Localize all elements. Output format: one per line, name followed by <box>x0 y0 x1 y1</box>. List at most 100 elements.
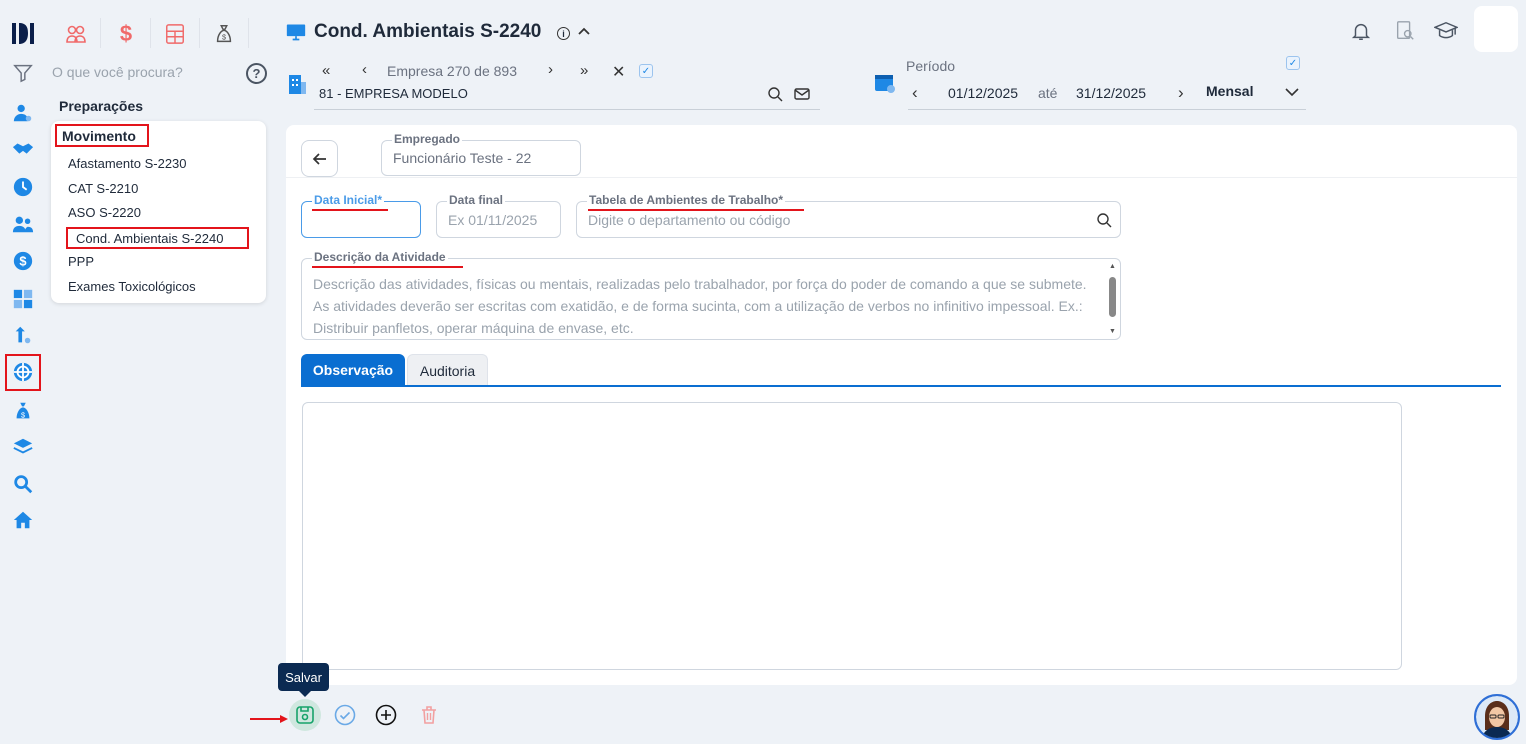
money-bag-icon[interactable]: $ <box>208 18 240 50</box>
save-tooltip: Salvar <box>278 663 329 691</box>
svg-text:$: $ <box>222 33 226 42</box>
menu-heading-movimento[interactable]: Movimento <box>55 124 149 147</box>
company-counter: Empresa 270 de 893 <box>387 63 517 79</box>
period-underline <box>908 109 1306 110</box>
next-period-button[interactable]: › <box>1178 83 1184 103</box>
descricao-placeholder: Descrição das atividades, físicas ou men… <box>313 276 1087 336</box>
descricao-field[interactable]: Descrição da Atividade Descrição das ati… <box>301 250 1121 340</box>
clock-icon[interactable] <box>10 174 36 200</box>
descricao-label: Descrição da Atividade <box>312 250 448 264</box>
money-bag-icon[interactable]: $ <box>10 398 36 424</box>
data-final-label: Data final <box>447 193 506 207</box>
chevron-up-icon[interactable] <box>576 24 592 45</box>
menu-item-ppp[interactable]: PPP <box>68 254 94 269</box>
annotation-underline <box>312 266 463 268</box>
data-final-field[interactable]: Data final Ex 01/11/2025 <box>436 193 561 238</box>
user-avatar-box[interactable] <box>1474 6 1518 52</box>
monitor-icon <box>286 22 306 47</box>
next-company-button[interactable]: › <box>548 61 553 78</box>
add-button[interactable] <box>375 704 397 731</box>
layers-icon[interactable] <box>10 434 36 460</box>
search-icon[interactable] <box>767 86 783 107</box>
calculator-icon[interactable] <box>10 286 36 312</box>
dollar-icon[interactable]: $ <box>110 18 142 50</box>
period-label: Período <box>906 58 956 74</box>
filter-icon[interactable] <box>10 60 36 86</box>
confirm-button[interactable] <box>334 704 356 731</box>
period-mode-select[interactable]: Mensal <box>1206 83 1253 99</box>
scrollbar[interactable]: ▲ ▼ <box>1108 263 1117 335</box>
last-company-button[interactable]: » <box>580 62 588 79</box>
first-company-button[interactable]: « <box>322 62 330 79</box>
employee-field[interactable]: Empregado Funcionário Teste - 22 <box>381 132 581 176</box>
divider <box>199 18 200 48</box>
tab-auditoria[interactable]: Auditoria <box>407 354 488 386</box>
annotation-arrow <box>250 711 290 729</box>
person-settings-icon[interactable] <box>10 100 36 126</box>
page-title: Cond. Ambientais S-2240 <box>314 21 542 42</box>
back-button[interactable] <box>301 140 338 177</box>
tooltip-arrow <box>299 691 311 697</box>
save-button[interactable] <box>289 699 321 731</box>
tabela-ambientes-field[interactable]: Tabela de Ambientes de Trabalho* Digite … <box>576 193 1121 238</box>
graduation-cap-icon[interactable] <box>1433 20 1459 47</box>
search-icon[interactable] <box>1096 212 1112 228</box>
help-icon[interactable]: ? <box>246 63 267 84</box>
menu-item-cat[interactable]: CAT S-2210 <box>68 181 138 196</box>
building-icon <box>287 73 307 100</box>
search-input[interactable]: O que você procura? <box>52 64 242 82</box>
tab-observacao[interactable]: Observação <box>301 354 405 386</box>
company-checkbox[interactable]: ✓ <box>639 64 653 78</box>
data-final-placeholder: Ex 01/11/2025 <box>448 212 538 228</box>
divider <box>248 18 249 48</box>
calculator-icon[interactable] <box>159 18 191 50</box>
prev-company-button[interactable]: ‹ <box>362 61 367 78</box>
period-checkbox[interactable]: ✓ <box>1286 56 1300 70</box>
divider <box>150 18 151 48</box>
menu-heading-preparacoes[interactable]: Preparações <box>59 98 143 114</box>
data-inicial-label: Data Inicial* <box>312 193 385 207</box>
observacao-textarea[interactable] <box>302 402 1402 670</box>
employee-value: Funcionário Teste - 22 <box>393 150 532 166</box>
employee-label: Empregado <box>392 132 463 146</box>
close-icon[interactable]: ✕ <box>612 62 625 82</box>
search-icon[interactable] <box>10 471 36 497</box>
prev-period-button[interactable]: ‹ <box>912 83 918 103</box>
info-icon[interactable]: i <box>557 27 570 40</box>
annotation-underline <box>312 209 388 211</box>
tabela-ambientes-label: Tabela de Ambientes de Trabalho* <box>587 193 786 207</box>
menu-item-exames[interactable]: Exames Toxicológicos <box>68 279 196 294</box>
period-start[interactable]: 01/12/2025 <box>948 85 1018 101</box>
menu-item-aso[interactable]: ASO S-2220 <box>68 205 141 220</box>
people-icon[interactable] <box>10 211 36 237</box>
annotation-underline <box>588 209 804 211</box>
dollar-icon[interactable]: $ <box>10 248 36 274</box>
delete-button[interactable] <box>418 704 440 731</box>
company-name[interactable]: 81 - EMPRESA MODELO <box>319 86 468 101</box>
tabela-ambientes-placeholder: Digite o departamento ou código <box>588 212 791 228</box>
save-icon <box>296 706 314 724</box>
home-icon[interactable] <box>10 507 36 533</box>
crosshair-icon[interactable] <box>10 359 36 385</box>
chevron-down-icon[interactable] <box>1284 85 1300 103</box>
mail-icon[interactable] <box>794 87 810 106</box>
bell-icon[interactable] <box>1350 20 1372 47</box>
menu-item-afastamento[interactable]: Afastamento S-2230 <box>68 156 187 171</box>
menu-item-cond-ambientais[interactable]: Cond. Ambientais S-2240 <box>66 227 249 249</box>
svg-text:$: $ <box>21 410 25 419</box>
report-search-icon[interactable] <box>1394 20 1416 47</box>
app-logo[interactable] <box>10 20 38 46</box>
period-separator: até <box>1038 85 1058 101</box>
assistant-avatar[interactable] <box>1474 694 1520 740</box>
upload-person-icon[interactable] <box>10 322 36 348</box>
people-icon[interactable] <box>60 18 92 50</box>
divider <box>100 18 101 48</box>
handshake-icon[interactable] <box>10 136 36 162</box>
period-end[interactable]: 31/12/2025 <box>1076 85 1146 101</box>
plus-circle-icon <box>375 704 397 726</box>
check-circle-icon <box>334 704 356 726</box>
arrow-left-icon <box>312 152 326 165</box>
left-rail: $ $ <box>0 0 48 744</box>
data-inicial-field[interactable]: Data Inicial* <box>301 193 421 238</box>
card-header-divider <box>286 177 1517 178</box>
